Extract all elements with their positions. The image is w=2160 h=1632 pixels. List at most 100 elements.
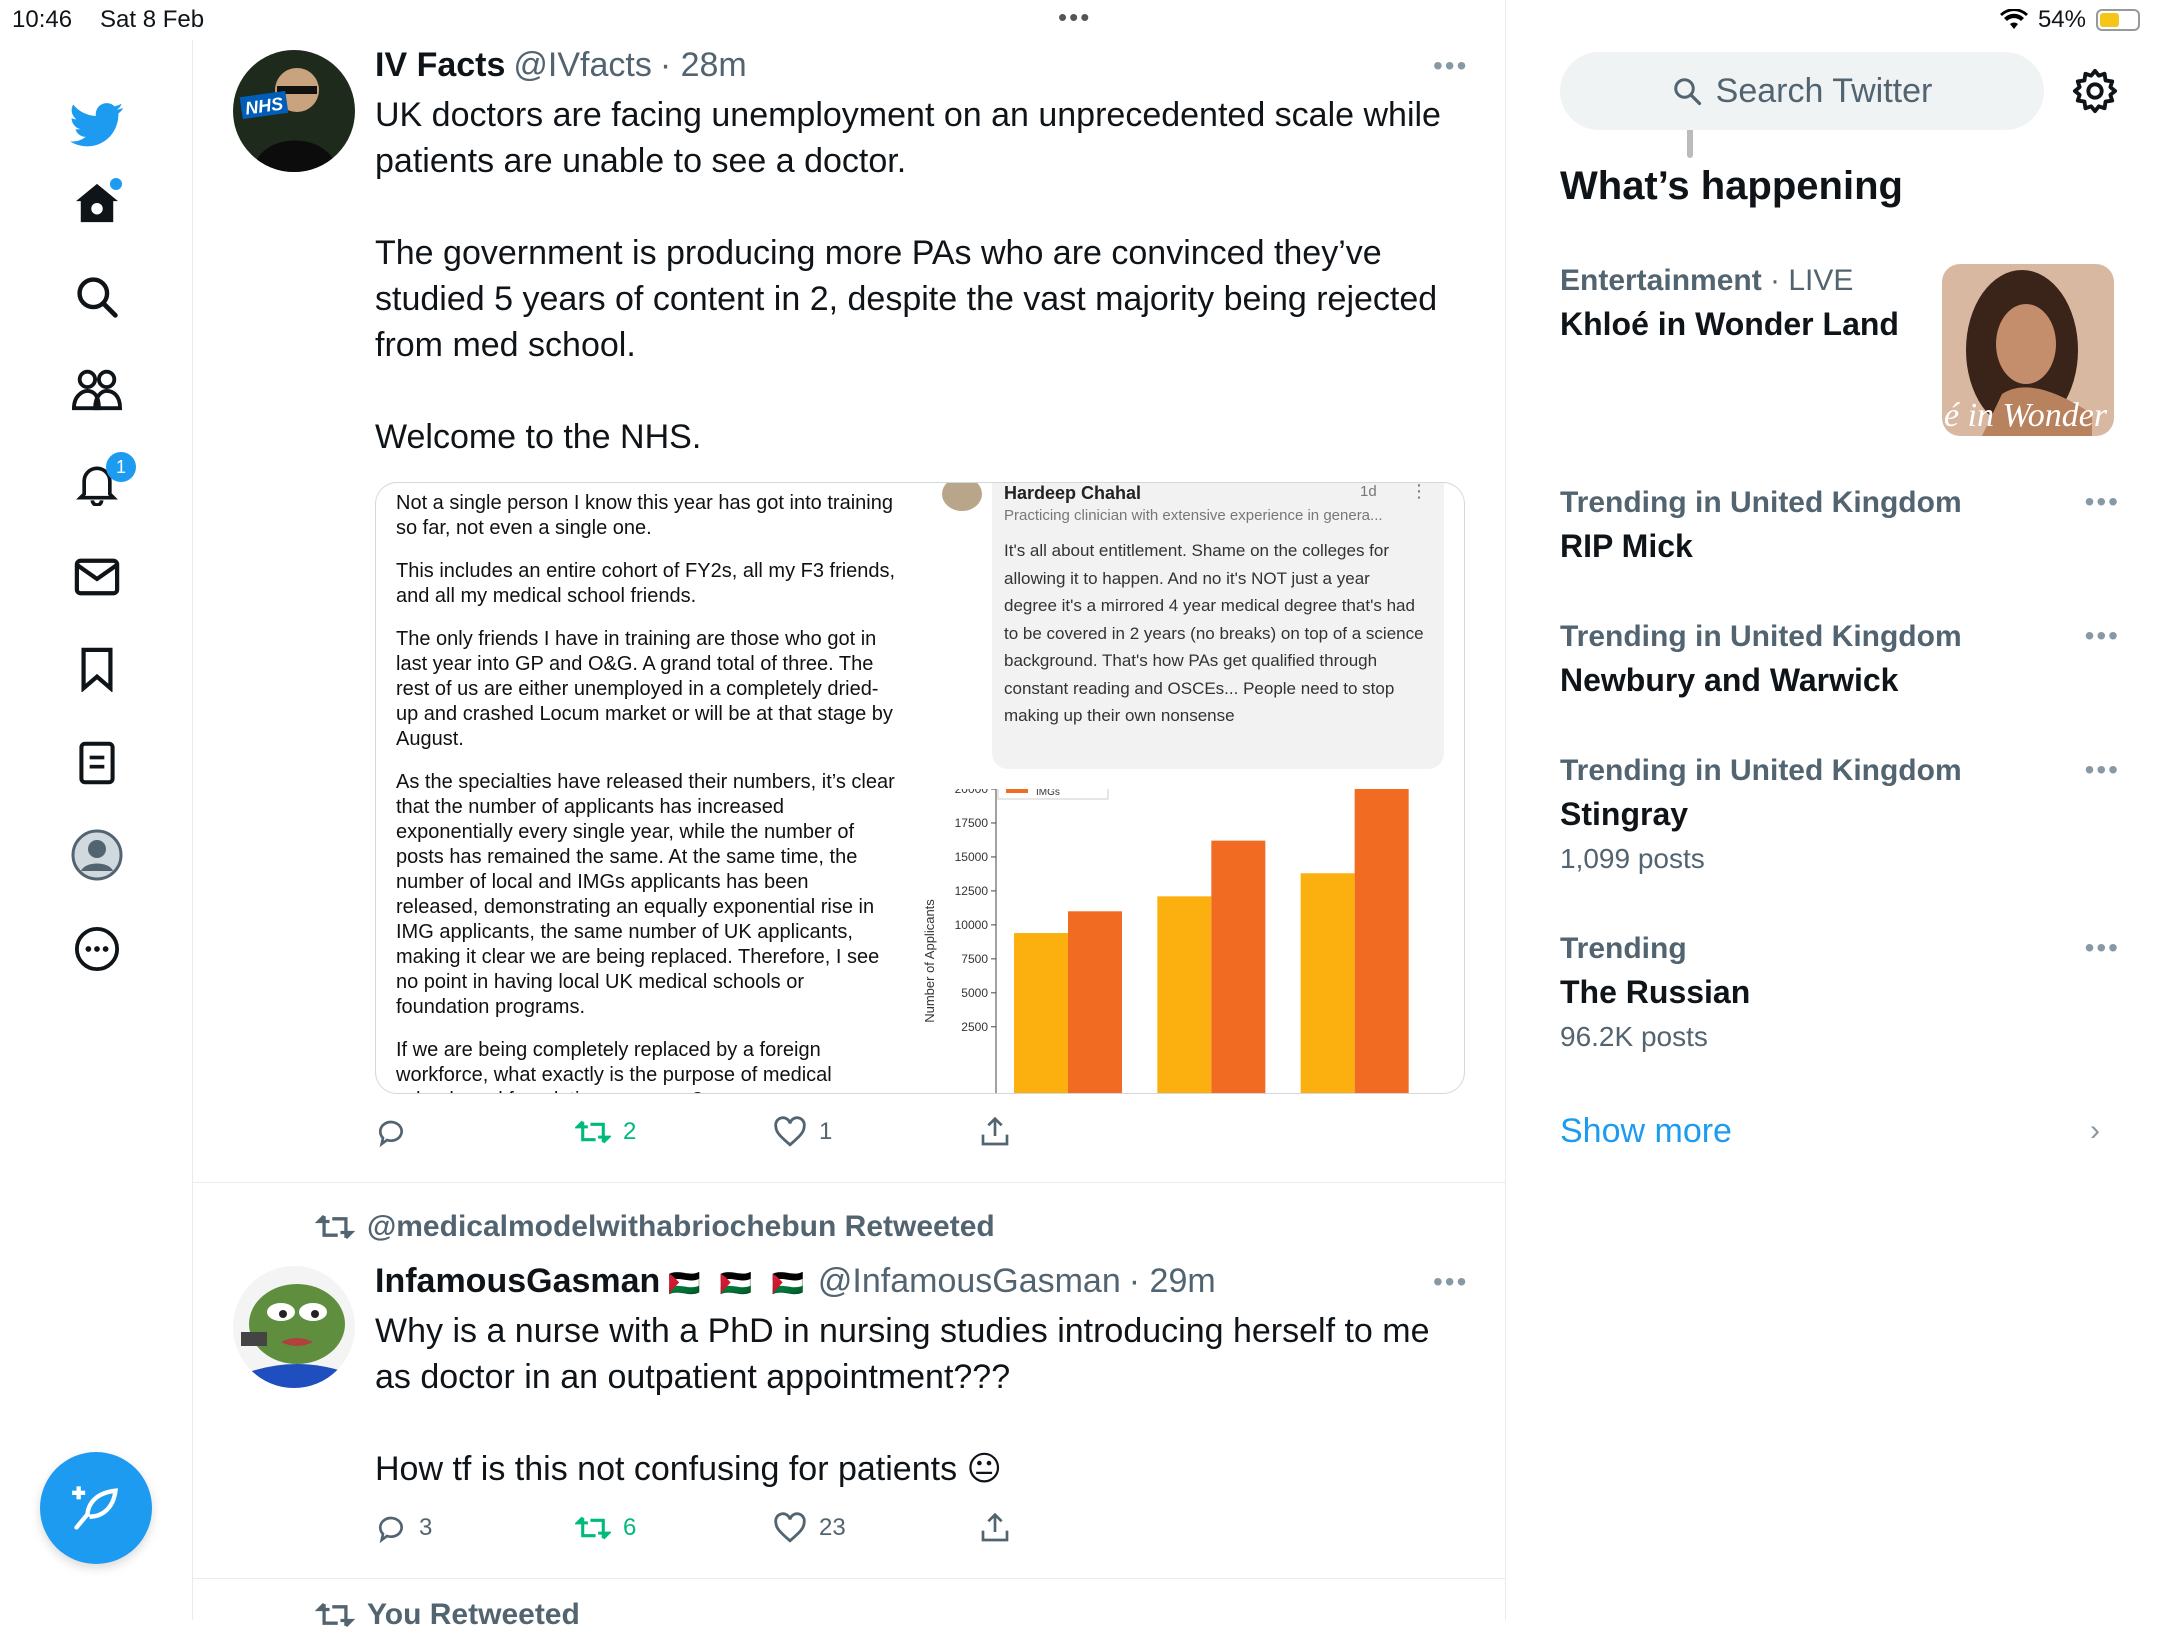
trend-item[interactable]: Trending The Russian 96.2K posts ••• — [1560, 932, 2120, 1053]
trend-more-icon[interactable]: ••• — [2085, 754, 2120, 786]
y-tick-label: 10000 — [955, 918, 989, 932]
trend-post-count: 1,099 posts — [1560, 843, 1705, 874]
trend-live: · LIVE — [1761, 264, 1854, 297]
tweet-header: IV Facts @IVfacts · 28m — [375, 46, 747, 85]
compose-tweet-button[interactable] — [40, 1452, 152, 1564]
media-paragraph: If we are being completely replaced by a… — [396, 1039, 832, 1093]
author-handle[interactable]: @IVfacts — [513, 46, 651, 85]
nav-explore[interactable] — [62, 262, 132, 332]
profile-avatar-icon — [71, 829, 123, 881]
twitter-logo-icon[interactable] — [62, 90, 132, 160]
y-axis-label: Number of Applicants — [922, 899, 937, 1023]
nav-bookmarks[interactable] — [62, 634, 132, 704]
trend-item[interactable]: Trending in United Kingdom Newbury and W… — [1560, 620, 2120, 699]
tweet-more-icon[interactable]: ••• — [1433, 50, 1468, 82]
status-date: Sat 8 Feb — [100, 6, 205, 33]
trend-title: Stingray — [1560, 796, 1689, 832]
trend-context: Trending in United Kingdom — [1560, 486, 1962, 519]
compose-feather-icon — [72, 1486, 118, 1530]
nav-notifications[interactable]: 1 — [62, 448, 136, 518]
share-icon — [981, 1512, 1009, 1542]
nav-home[interactable] — [62, 168, 132, 238]
reply-icon — [378, 1120, 403, 1148]
settings-button[interactable] — [2072, 68, 2118, 119]
tweet-divider — [193, 1578, 1505, 1579]
retweet-button[interactable]: 6 — [575, 1513, 636, 1543]
author-name[interactable]: InfamousGasman — [375, 1262, 660, 1301]
wifi-icon — [1999, 9, 2028, 29]
battery-icon — [2096, 9, 2140, 31]
y-tick-label: 2500 — [961, 1020, 988, 1034]
tweet-actions: 3 6 23 — [375, 1508, 1375, 1548]
retweet-count: 6 — [623, 1514, 637, 1541]
media-paragraph: As the specialties have released their n… — [396, 771, 895, 1018]
status-right: 54% — [1999, 6, 2140, 34]
comment-card: Hardeep Chahal 1d ⋮ Practicing clinician… — [992, 483, 1444, 769]
retweet-button[interactable]: 2 — [575, 1117, 636, 1147]
nav-messages[interactable] — [62, 542, 132, 612]
retweet-context-icon — [315, 1214, 355, 1240]
tweet-more-icon[interactable]: ••• — [1433, 1266, 1468, 1298]
timeline[interactable]: NHS IV Facts @IVfacts · 28m ••• UK docto… — [193, 0, 1693, 1631]
avatar[interactable]: NHS — [233, 50, 355, 172]
chevron-right-icon[interactable]: › — [2090, 1114, 2100, 1148]
trend-more-icon[interactable]: ••• — [2085, 486, 2120, 518]
nav-profile[interactable] — [62, 820, 132, 890]
like-button[interactable]: 23 — [773, 1512, 846, 1544]
avatar[interactable] — [233, 1266, 355, 1388]
battery-percent: 54% — [2037, 6, 2086, 33]
tweet-time[interactable]: · 28m — [660, 46, 747, 85]
y-tick-label: 15000 — [955, 850, 989, 864]
trend-title: The Russian — [1560, 974, 1751, 1010]
media-paragraph: Not a single person I know this year has… — [396, 492, 893, 539]
media-paragraph: The only friends I have in training are … — [396, 628, 893, 750]
tweet-media-image[interactable]: Not a single person I know this year has… — [375, 482, 1465, 1094]
share-button[interactable] — [979, 1512, 1011, 1544]
tweet-text: UK doctors are facing unemployment on an… — [375, 96, 1441, 456]
heart-icon — [774, 1116, 806, 1147]
nav-more[interactable] — [62, 914, 132, 984]
author-handle[interactable]: @InfamousGasman — [818, 1262, 1121, 1301]
search-icon — [77, 277, 118, 318]
trend-context: Trending in United Kingdom — [1560, 620, 1962, 653]
reply-button[interactable] — [375, 1116, 419, 1148]
show-more-link[interactable]: Show more — [1560, 1112, 1732, 1151]
retweet-icon — [575, 1120, 611, 1144]
trend-more-icon[interactable]: ••• — [2085, 932, 2120, 964]
search-input[interactable]: Search Twitter — [1560, 52, 2044, 130]
trend-context: Trending — [1560, 932, 1687, 965]
tweet-text: Why is a nurse with a PhD in nursing stu… — [375, 1312, 1430, 1488]
heart-icon — [774, 1512, 806, 1543]
retweet-context: You Retweeted — [315, 1598, 580, 1632]
bar-series1-group1 — [1014, 933, 1068, 1093]
trend-image-text: é in Wonder L — [1944, 397, 2114, 434]
trend-item[interactable]: Trending in United Kingdom RIP Mick ••• — [1560, 486, 2120, 565]
trend-item[interactable]: Trending in United Kingdom Stingray 1,09… — [1560, 754, 2120, 875]
nav-lists[interactable] — [62, 728, 132, 798]
trend-item[interactable]: Entertainment · LIVE Khloé in Wonder Lan… — [1560, 264, 2120, 436]
author-name[interactable]: IV Facts — [375, 46, 505, 85]
legend-label: IMGs — [1036, 789, 1060, 798]
bookmark-icon — [81, 647, 113, 692]
search-placeholder: Search Twitter — [1715, 71, 1933, 110]
trend-image[interactable]: é in Wonder L — [1942, 264, 2114, 436]
retweeted-by[interactable]: You Retweeted — [367, 1598, 580, 1632]
comment-author: Hardeep Chahal — [1004, 483, 1142, 503]
reply-button[interactable]: 3 — [375, 1512, 432, 1544]
trend-post-count: 96.2K posts — [1560, 1021, 1708, 1052]
bar-series2-group2 — [1211, 840, 1266, 1093]
like-count: 1 — [819, 1118, 833, 1145]
nav-communities[interactable] — [62, 354, 132, 424]
tweet-time[interactable]: · 29m — [1129, 1262, 1216, 1301]
left-nav: 1 — [0, 40, 193, 1620]
bar-series1-group3 — [1300, 873, 1355, 1093]
retweeted-by[interactable]: @medicalmodelwithabriochebun Retweeted — [367, 1210, 995, 1244]
bar-series2-group3 — [1354, 789, 1409, 1093]
trend-more-icon[interactable]: ••• — [2085, 620, 2120, 652]
more-circle-icon — [74, 926, 120, 972]
like-button[interactable]: 1 — [773, 1116, 832, 1148]
y-tick-label: 20000 — [955, 789, 989, 796]
whats-happening-heading: What’s happening — [1560, 164, 1903, 208]
y-tick-label: 12500 — [955, 884, 989, 898]
share-button[interactable] — [979, 1116, 1011, 1148]
